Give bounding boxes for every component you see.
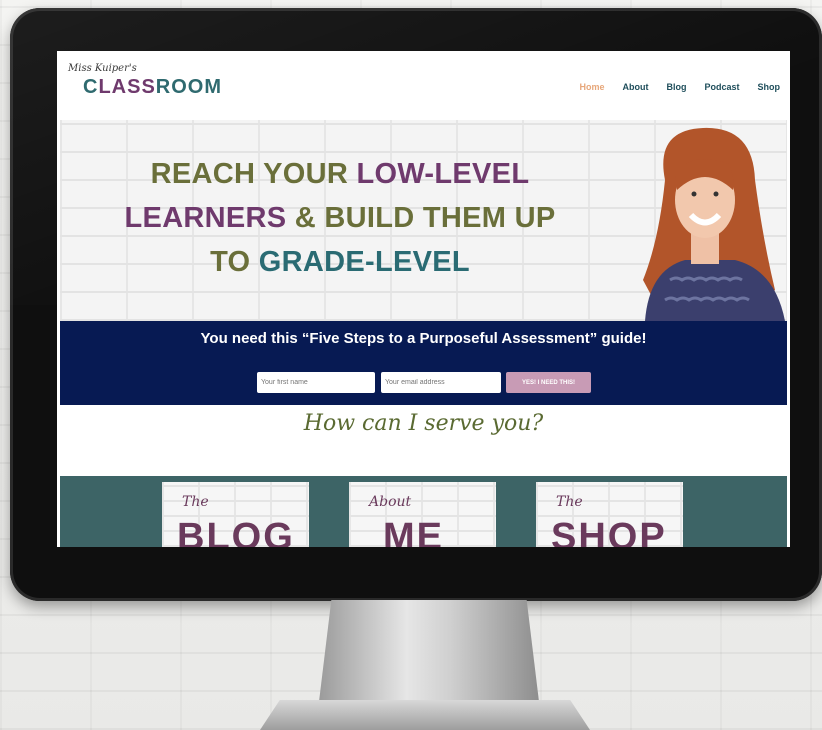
teacher-photo [625, 120, 787, 321]
shop-card-title-hop: HOP [578, 516, 667, 547]
shop-card-title-s: S [551, 516, 579, 547]
hero-line-1: REACH YOUR LOW-LEVEL [60, 158, 620, 191]
hero-line-2: LEARNERS & BUILD THEM UP [60, 202, 620, 235]
hero-text-learners: LEARNERS [124, 202, 287, 234]
optin-submit-button[interactable]: YES! I NEED THIS! [506, 372, 591, 393]
site-header: Miss Kuiper's CLASSROOM Home About Blog … [57, 51, 790, 117]
about-card[interactable]: About ME [349, 482, 496, 547]
shop-card-small-text: The [556, 494, 583, 510]
monitor-stand-neck [318, 600, 540, 710]
shop-card[interactable]: The SHOP [536, 482, 683, 547]
nav-about[interactable]: About [622, 82, 648, 92]
hero-line-3: TO GRADE-LEVEL [60, 246, 620, 279]
first-name-input[interactable] [257, 372, 375, 393]
logo-letters-lass: LASS [98, 76, 156, 98]
optin-section: You need this “Five Steps to a Purposefu… [60, 321, 787, 405]
about-card-title: ME [383, 516, 444, 547]
about-card-small-text: About [369, 494, 412, 510]
main-nav: Home About Blog Podcast Shop [579, 82, 780, 92]
blog-card-small-text: The [182, 494, 209, 510]
nav-shop[interactable]: Shop [758, 82, 781, 92]
blog-card[interactable]: The BLOG [162, 482, 309, 547]
nav-home[interactable]: Home [579, 82, 604, 92]
hero-banner: REACH YOUR LOW-LEVEL LEARNERS & BUILD TH… [60, 120, 787, 321]
nav-blog[interactable]: Blog [666, 82, 686, 92]
hero-text-reach-your: REACH YOUR [150, 158, 357, 190]
about-card-title-text: ME [383, 516, 444, 547]
blog-card-title: BLOG [177, 516, 295, 547]
hero-text-build-them-up: & BUILD THEM UP [286, 202, 556, 234]
monitor-stand-base [260, 700, 590, 730]
hero-text-low-level: LOW-LEVEL [356, 158, 530, 190]
hero-text-grade-level: GRADE-LEVEL [258, 246, 470, 278]
email-input[interactable] [381, 372, 501, 393]
optin-title: You need this “Five Steps to a Purposefu… [200, 330, 647, 347]
logo-letter-c: C [83, 76, 99, 98]
serve-heading: How can I serve you? [303, 411, 544, 436]
website-screen: Miss Kuiper's CLASSROOM Home About Blog … [57, 51, 790, 547]
nav-podcast[interactable]: Podcast [704, 82, 739, 92]
hero-text-to: TO [210, 246, 259, 278]
site-logo[interactable]: CLASSROOM [83, 76, 222, 99]
cards-section: The BLOG About ME The SHOP [60, 476, 787, 547]
logo-script-text: Miss Kuiper's [68, 63, 137, 74]
blog-card-title-text: BLOG [177, 516, 295, 547]
shop-card-title: SHOP [551, 516, 667, 547]
logo-letters-room: ROOM [155, 76, 223, 98]
